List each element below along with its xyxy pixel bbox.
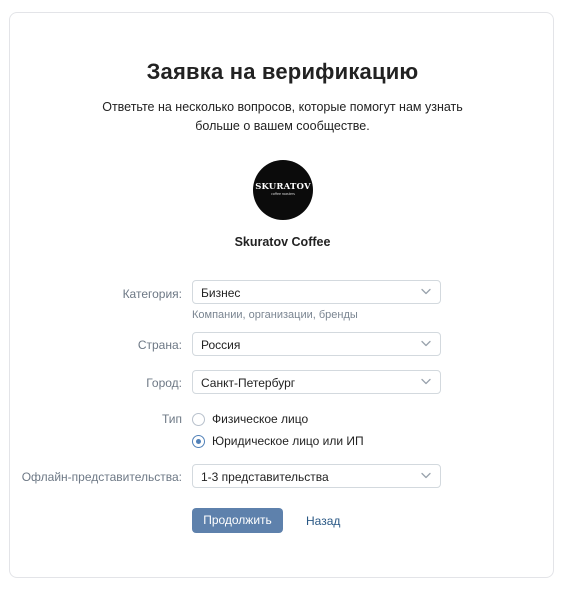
community-name: Skuratov Coffee <box>234 235 331 249</box>
category-select[interactable]: Бизнес <box>192 280 441 304</box>
city-label: Город: <box>146 376 182 390</box>
chevron-down-icon <box>421 472 431 479</box>
radio-legal-entity-label: Юридическое лицо или ИП <box>212 434 364 448</box>
back-link[interactable]: Назад <box>306 514 340 528</box>
community-avatar: SKURATOV coffee roasters <box>253 160 313 220</box>
chevron-down-icon <box>421 378 431 385</box>
chevron-down-icon <box>421 340 431 347</box>
continue-button[interactable]: Продолжить <box>192 508 283 533</box>
country-select[interactable]: Россия <box>192 332 441 356</box>
offline-label: Офлайн-представительства: <box>21 470 182 484</box>
category-hint: Компании, организации, бренды <box>192 309 358 321</box>
page-subtitle: Ответьте на несколько вопросов, которые … <box>102 100 463 133</box>
chevron-down-icon <box>421 288 431 295</box>
offline-value: 1-3 представительства <box>201 470 329 484</box>
page-title: Заявка на верификацию <box>146 59 419 84</box>
type-label: Тип <box>161 412 182 426</box>
avatar-logo-subtext: coffee roasters <box>271 192 295 196</box>
radio-button[interactable] <box>192 412 205 426</box>
radio-button-selected[interactable] <box>192 434 205 448</box>
radio-individual[interactable]: Физическое лицо <box>192 412 308 426</box>
radio-individual-label: Физическое лицо <box>212 412 309 426</box>
category-label: Категория: <box>122 287 182 301</box>
radio-legal-entity[interactable]: Юридическое лицо или ИП <box>192 434 364 448</box>
country-value: Россия <box>201 338 241 352</box>
category-value: Бизнес <box>201 286 241 300</box>
country-label: Страна: <box>137 338 182 352</box>
avatar-logo-text: SKURATOV <box>255 182 311 192</box>
city-value: Санкт-Петербург <box>201 376 296 390</box>
city-select[interactable]: Санкт-Петербург <box>192 370 441 394</box>
offline-select[interactable]: 1-3 представительства <box>192 464 441 488</box>
